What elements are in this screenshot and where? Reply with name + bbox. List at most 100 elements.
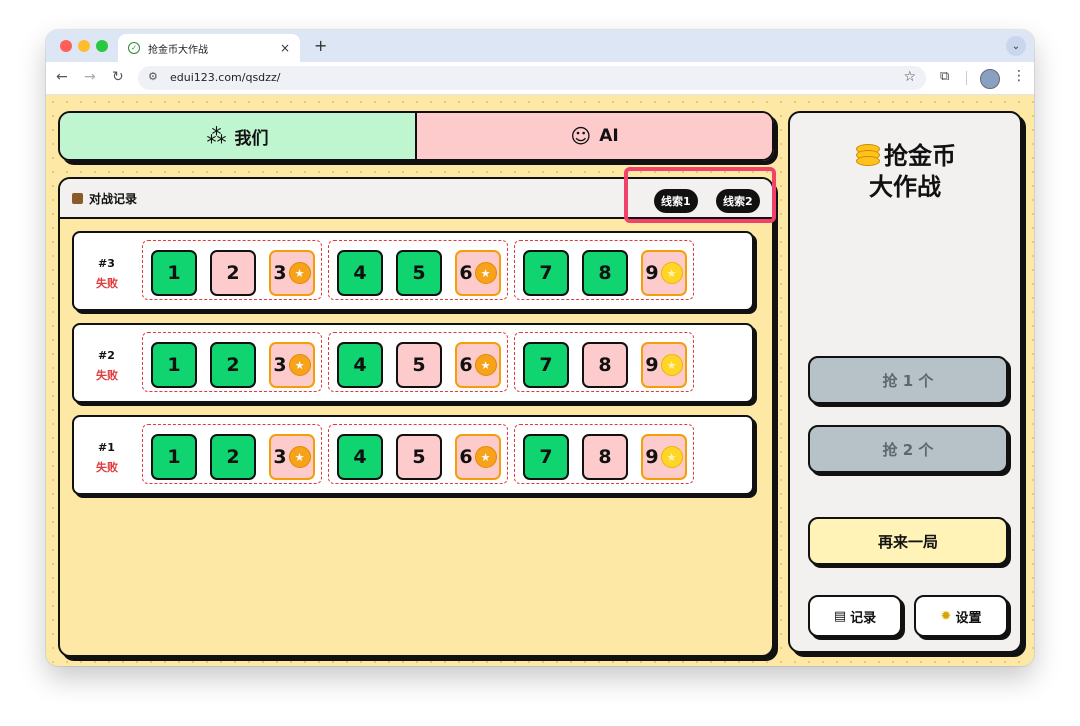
star-coin-icon: ★	[288, 354, 311, 376]
records-button[interactable]: ▤ 记录	[808, 595, 902, 637]
round-result: 失败	[96, 277, 118, 290]
tab-us-label: 我们	[234, 128, 269, 149]
cell-number: 8	[598, 354, 612, 376]
number-cell: 1	[151, 434, 197, 480]
url-text: edui123.com/qsdzz/	[170, 71, 281, 84]
profile-avatar-icon[interactable]	[980, 69, 1000, 89]
number-cell: 2	[210, 434, 256, 480]
cell-number: 9	[645, 354, 659, 376]
round-result: 失败	[96, 369, 118, 382]
cell-group: 7 8 9 ★	[514, 424, 694, 484]
back-icon[interactable]: ←	[56, 69, 68, 85]
round-number: #1	[98, 441, 115, 454]
toolbar-divider	[966, 71, 967, 85]
number-cell: 9 ★	[641, 434, 687, 480]
number-cell: 8	[582, 342, 628, 388]
cell-number: 9	[645, 262, 659, 284]
number-cell: 4	[337, 342, 383, 388]
coins-icon	[854, 144, 880, 166]
number-cell: 2	[210, 250, 256, 296]
settings-button-label: 设置	[955, 610, 982, 626]
cell-number: 5	[412, 354, 426, 376]
cell-group: 4 5 6 ★	[328, 332, 508, 392]
number-cell: 1	[151, 250, 197, 296]
cell-number: 1	[167, 262, 181, 284]
number-cell: 4	[337, 250, 383, 296]
settings-button[interactable]: ✹ 设置	[914, 595, 1008, 637]
people-icon: ⁂	[206, 124, 227, 148]
cell-group: 7 8 9 ★	[514, 332, 694, 392]
number-cell: 8	[582, 250, 628, 296]
record-title-text: 对战记录	[89, 192, 138, 206]
tab-ai[interactable]: ☺ AI	[417, 113, 772, 159]
url-field[interactable]: ⚙ edui123.com/qsdzz/ ☆	[138, 66, 926, 90]
number-cell: 7	[523, 342, 569, 388]
number-cell: 3 ★	[269, 250, 315, 296]
tab-title: 抢金币大作战	[148, 44, 208, 56]
close-window-icon[interactable]	[60, 40, 72, 52]
cell-number: 2	[226, 354, 240, 376]
star-coin-icon: ★	[288, 446, 311, 468]
maximize-window-icon[interactable]	[96, 40, 108, 52]
round-number: #2	[98, 349, 115, 362]
number-cell: 4	[337, 434, 383, 480]
cell-number: 6	[459, 354, 473, 376]
number-cell: 6 ★	[455, 434, 501, 480]
gold-coin-icon: ★	[660, 446, 683, 468]
document-icon: ▤	[833, 608, 847, 624]
cell-group: 4 5 6 ★	[328, 424, 508, 484]
cell-number: 1	[167, 354, 181, 376]
cell-number: 8	[598, 262, 612, 284]
scroll-icon	[72, 193, 83, 204]
browser-tab[interactable]: ✓ 抢金币大作战 ×	[118, 34, 300, 62]
game-title-line1: 抢金币	[884, 142, 956, 170]
number-cell: 9 ★	[641, 342, 687, 388]
new-tab-icon[interactable]: +	[314, 36, 327, 55]
tab-close-icon[interactable]: ×	[280, 41, 290, 55]
cell-number: 4	[353, 262, 367, 284]
cell-number: 5	[412, 262, 426, 284]
site-info-icon[interactable]: ⚙	[148, 70, 158, 83]
minimize-window-icon[interactable]	[78, 40, 90, 52]
browser-menu-icon[interactable]: ⋮	[1012, 68, 1026, 84]
team-switcher: ⁂ 我们 ☺ AI	[58, 111, 774, 161]
star-coin-icon: ★	[474, 446, 497, 468]
record-title: 对战记录	[72, 190, 137, 207]
favicon-icon: ✓	[128, 42, 140, 54]
cell-number: 4	[353, 446, 367, 468]
number-cell: 5	[396, 434, 442, 480]
cell-number: 7	[539, 446, 553, 468]
grab-two-button[interactable]: 抢 2 个	[808, 425, 1008, 473]
cell-number: 4	[353, 354, 367, 376]
round-row: #3 失败 1 2 3 ★ 4 5 6 ★ 7 8 9 ★	[72, 231, 754, 311]
bookmark-star-icon[interactable]: ☆	[903, 69, 916, 85]
forward-icon[interactable]: →	[84, 69, 96, 85]
round-number: #3	[98, 257, 115, 270]
address-bar: ← → ↻ ⚙ edui123.com/qsdzz/ ☆ ⧉ ⋮	[46, 62, 1034, 95]
round-row: #1 失败 1 2 3 ★ 4 5 6 ★ 7 8 9 ★	[72, 415, 754, 495]
records-button-label: 记录	[850, 610, 877, 626]
cell-group: 1 2 3 ★	[142, 240, 322, 300]
tab-search-icon[interactable]: ⌄	[1006, 36, 1026, 56]
game-title: 抢金币 大作战	[790, 141, 1020, 203]
reload-icon[interactable]: ↻	[112, 69, 124, 85]
round-row: #2 失败 1 2 3 ★ 4 5 6 ★ 7 8 9 ★	[72, 323, 754, 403]
number-cell: 8	[582, 434, 628, 480]
restart-button[interactable]: 再来一局	[808, 517, 1008, 565]
grab-one-button[interactable]: 抢 1 个	[808, 356, 1008, 404]
tab-us[interactable]: ⁂ 我们	[60, 113, 417, 159]
battle-record-panel: 对战记录 线索1 线索2 #3 失败 1 2 3 ★ 4 5 6 ★ 7 8 9 ★ #2 失败 1 2 3 ★ 4 5 6…	[58, 177, 774, 657]
gear-icon: ✹	[940, 608, 952, 624]
cell-number: 6	[459, 446, 473, 468]
cell-number: 3	[273, 262, 287, 284]
gold-coin-icon: ★	[660, 354, 683, 376]
cell-number: 1	[167, 446, 181, 468]
control-panel: 抢金币 大作战 抢 1 个 抢 2 个 再来一局 ▤ 记录 ✹ 设置	[788, 111, 1022, 653]
number-cell: 1	[151, 342, 197, 388]
number-cell: 3 ★	[269, 434, 315, 480]
tab-ai-label: AI	[599, 126, 619, 146]
number-cell: 2	[210, 342, 256, 388]
number-cell: 5	[396, 342, 442, 388]
game-title-line2: 大作战	[869, 173, 941, 201]
extensions-icon[interactable]: ⧉	[940, 69, 949, 84]
